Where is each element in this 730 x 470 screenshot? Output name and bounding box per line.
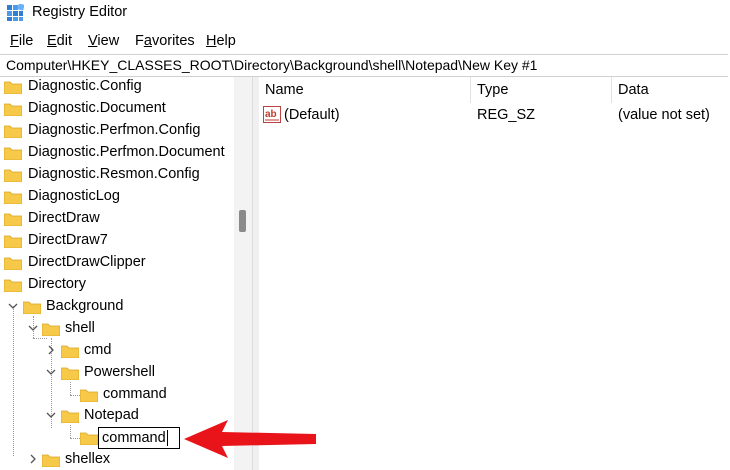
chevron-right-icon[interactable] <box>45 343 57 357</box>
menu-help[interactable]: Help <box>206 33 236 49</box>
rename-key-value[interactable]: command <box>102 430 166 446</box>
chevron-down-icon[interactable] <box>27 321 39 335</box>
folder-icon <box>4 103 22 116</box>
text-caret <box>167 430 168 446</box>
chevron-down-icon[interactable] <box>45 365 57 379</box>
folder-icon <box>4 213 22 226</box>
tree-item-label: shell <box>65 320 95 336</box>
registry-editor-icon <box>7 4 24 21</box>
tree-item-label: Diagnostic.Perfmon.Document <box>28 144 225 160</box>
tree-item-label: DirectDraw <box>28 210 100 226</box>
chevron-down-icon[interactable] <box>45 408 57 422</box>
menu-view[interactable]: View <box>88 33 119 49</box>
folder-icon <box>4 191 22 204</box>
tree-item[interactable]: Diagnostic.Perfmon.Config <box>0 121 234 141</box>
column-header-type[interactable]: Type <box>471 77 612 103</box>
tree-connector <box>70 425 71 438</box>
tree-item-label: Diagnostic.Perfmon.Config <box>28 122 201 138</box>
menu-favorites[interactable]: Favorites <box>135 33 195 49</box>
value-name: (Default) <box>284 107 340 123</box>
window-title: Registry Editor <box>32 4 128 20</box>
folder-open-icon <box>23 301 41 314</box>
folder-open-icon <box>61 410 79 423</box>
folder-icon <box>4 257 22 270</box>
tree-item[interactable]: DirectDraw7 <box>0 231 234 251</box>
tree-item-label: DiagnosticLog <box>28 188 120 204</box>
value-type: REG_SZ <box>477 107 536 123</box>
menu-bar: File Edit View Favorites Help <box>0 31 730 53</box>
tree-item[interactable]: Diagnostic.Document <box>0 99 234 119</box>
tree-item-cmd[interactable]: cmd <box>0 341 234 361</box>
folder-open-icon <box>61 367 79 380</box>
folder-icon <box>61 345 79 358</box>
tree-item[interactable]: Diagnostic.Perfmon.Document <box>0 143 234 163</box>
folder-icon <box>4 125 22 138</box>
tree-item-background[interactable]: Background <box>0 297 234 317</box>
tree-item-label: Notepad <box>84 407 139 423</box>
folder-icon <box>42 454 60 467</box>
tree-item-label: Diagnostic.Config <box>28 78 142 94</box>
column-header-name[interactable]: Name <box>259 77 471 103</box>
string-value-icon: ab <box>263 106 281 123</box>
chevron-right-icon[interactable] <box>27 452 39 466</box>
tree-item[interactable]: DirectDraw <box>0 209 234 229</box>
svg-text:ab: ab <box>265 109 277 120</box>
tree-item-label: shellex <box>65 451 111 467</box>
value-data: (value not set) <box>618 107 710 123</box>
title-bar: Registry Editor <box>0 0 730 26</box>
column-header-data[interactable]: Data <box>612 77 729 103</box>
folder-open-icon <box>42 323 60 336</box>
folder-icon <box>4 169 22 182</box>
tree-item-label: Powershell <box>84 364 155 380</box>
arrow-annotation-icon <box>184 420 316 458</box>
tree-item-label: DirectDraw7 <box>28 232 108 248</box>
folder-icon <box>4 147 22 160</box>
values-pane[interactable]: Name Type Data ab (Default) REG_SZ (valu… <box>259 77 730 470</box>
tree-item[interactable]: DiagnosticLog <box>0 187 234 207</box>
tree-item-powershell-command[interactable]: command <box>0 385 234 405</box>
tree-item[interactable]: Diagnostic.Config <box>0 77 234 97</box>
tree-item[interactable]: DirectDrawClipper <box>0 253 234 273</box>
rename-key-input[interactable]: command <box>98 427 180 449</box>
folder-icon <box>80 432 98 445</box>
address-bar[interactable]: Computer\HKEY_CLASSES_ROOT\Directory\Bac… <box>0 54 728 77</box>
menu-edit[interactable]: Edit <box>47 33 72 49</box>
tree-item-label: Diagnostic.Document <box>28 100 166 116</box>
folder-icon <box>80 389 98 402</box>
value-row[interactable]: ab (Default) REG_SZ (value not set) <box>259 104 730 126</box>
tree-item-label: DirectDrawClipper <box>28 254 146 270</box>
tree-item-label: cmd <box>84 342 112 358</box>
folder-icon <box>4 235 22 248</box>
tree-item-label: Background <box>46 298 124 314</box>
menu-file[interactable]: File <box>10 33 33 49</box>
tree-item-label: Diagnostic.Resmon.Config <box>28 166 200 182</box>
tree-item[interactable]: Diagnostic.Resmon.Config <box>0 165 234 185</box>
tree-item-powershell[interactable]: Powershell <box>0 363 234 383</box>
tree-scrollbar-thumb[interactable] <box>239 210 246 232</box>
tree-scrollbar[interactable] <box>234 77 252 470</box>
tree-item-label: Directory <box>28 276 87 292</box>
address-path[interactable]: Computer\HKEY_CLASSES_ROOT\Directory\Bac… <box>6 57 537 73</box>
tree-item[interactable]: Directory <box>0 275 234 295</box>
folder-icon <box>4 81 22 94</box>
tree-item-label: command <box>103 386 167 402</box>
tree-item-shell[interactable]: shell <box>0 319 234 339</box>
folder-icon <box>4 279 22 292</box>
chevron-down-icon[interactable] <box>7 299 19 313</box>
